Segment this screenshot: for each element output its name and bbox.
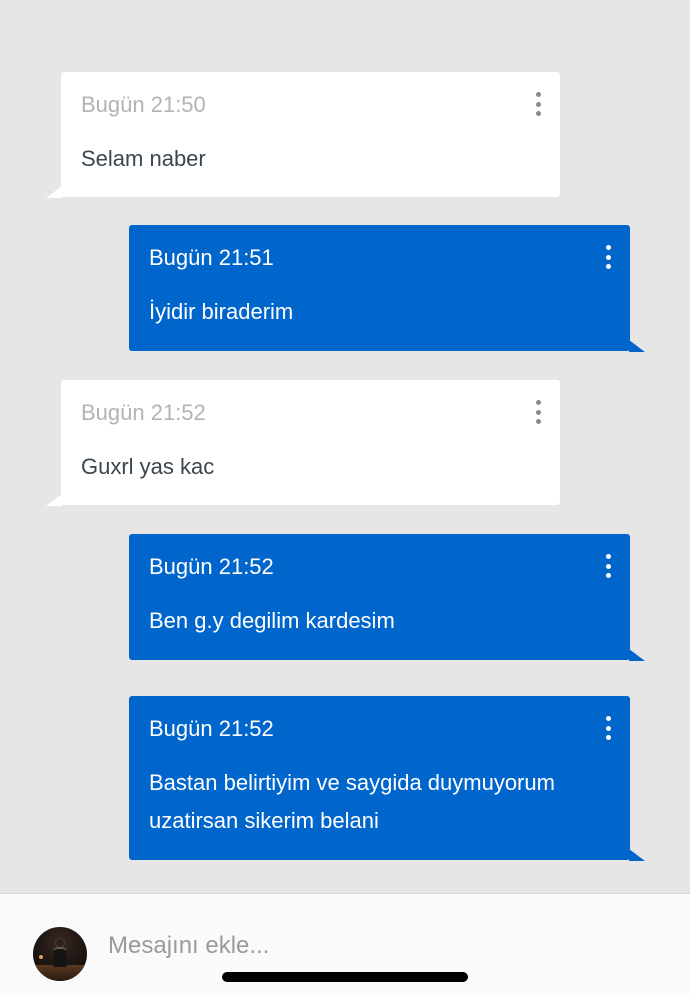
- message-incoming[interactable]: Bugün 21:50 Selam naber: [46, 72, 560, 198]
- message-timestamp: Bugün 21:52: [81, 400, 206, 425]
- message-outgoing[interactable]: Bugün 21:52 Ben g.y degilim kardesim: [129, 534, 645, 661]
- home-indicator[interactable]: [222, 972, 468, 982]
- more-vertical-icon[interactable]: [530, 92, 546, 116]
- message-incoming[interactable]: Bugün 21:52 Guxrl yas kac: [46, 380, 560, 506]
- message-text: Bastan belirtiyim ve saygida duymuyorum …: [149, 770, 555, 833]
- message-timestamp: Bugün 21:50: [81, 92, 206, 117]
- message-text: İyidir biraderim: [149, 299, 294, 324]
- message-thread: Bugün 21:50 Selam naber Bugün 21:51 İyid…: [0, 0, 690, 893]
- message-text: Guxrl yas kac: [81, 454, 215, 479]
- bubble-tail: [629, 340, 645, 352]
- message-timestamp: Bugün 21:51: [149, 245, 274, 270]
- more-vertical-icon[interactable]: [600, 245, 616, 269]
- bubble-tail: [629, 649, 645, 661]
- message-outgoing[interactable]: Bugün 21:52 Bastan belirtiyim ve saygida…: [129, 696, 645, 861]
- message-text: Ben g.y degilim kardesim: [149, 608, 395, 633]
- message-outgoing[interactable]: Bugün 21:51 İyidir biraderim: [129, 225, 645, 352]
- message-text: Selam naber: [81, 146, 206, 171]
- user-avatar[interactable]: [33, 927, 87, 981]
- bubble-tail: [629, 849, 645, 861]
- message-timestamp: Bugün 21:52: [149, 554, 274, 579]
- message-timestamp: Bugün 21:52: [149, 716, 274, 741]
- bubble-tail: [46, 186, 62, 198]
- bubble-tail: [46, 494, 62, 506]
- more-vertical-icon[interactable]: [600, 554, 616, 578]
- more-vertical-icon[interactable]: [530, 400, 546, 424]
- more-vertical-icon[interactable]: [600, 716, 616, 740]
- message-input[interactable]: [108, 928, 628, 964]
